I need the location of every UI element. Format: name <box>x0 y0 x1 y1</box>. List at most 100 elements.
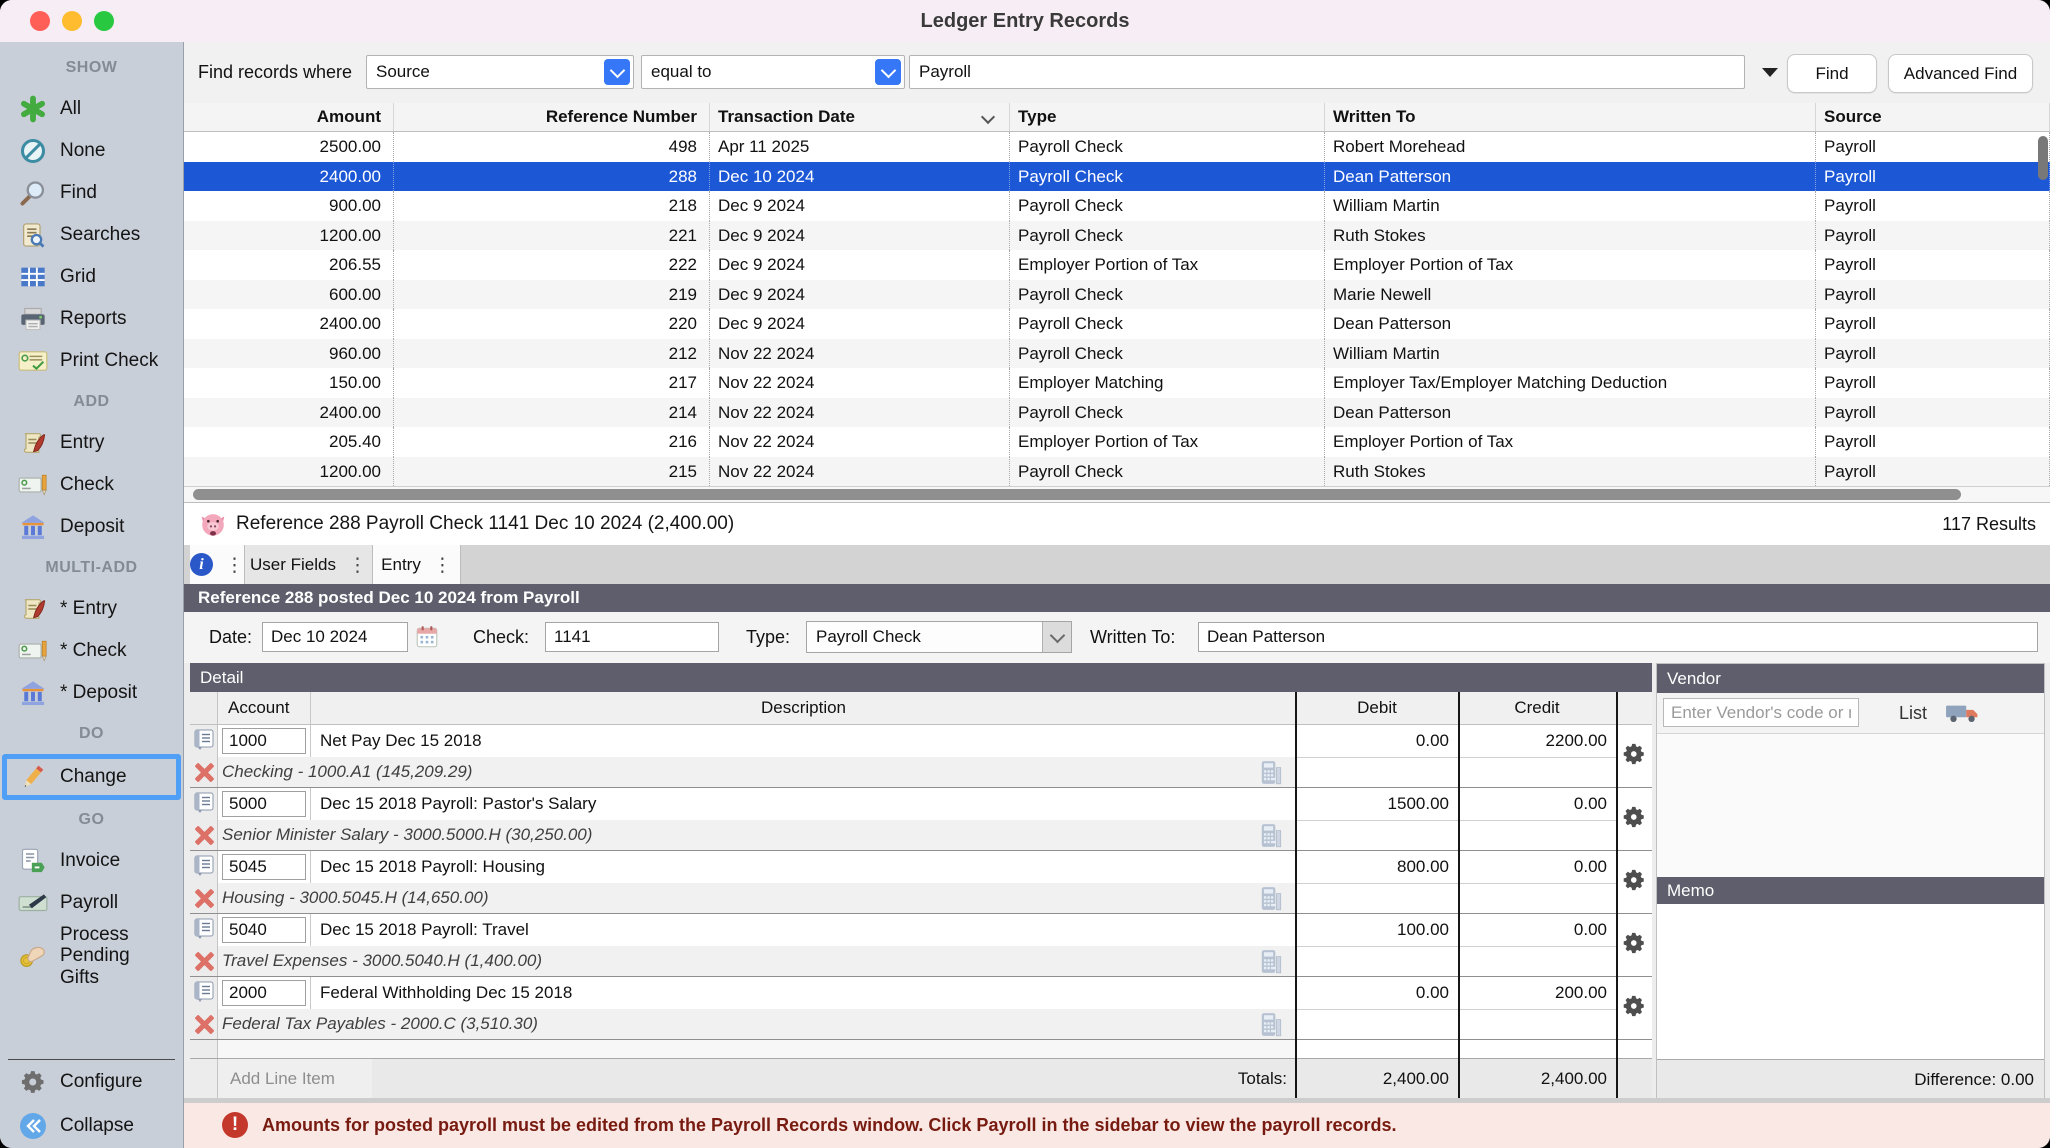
sidebar-item-print-check[interactable]: Print Check <box>0 340 183 382</box>
sidebar-item-collapse[interactable]: Collapse <box>0 1104 183 1148</box>
line-description[interactable]: Federal Withholding Dec 15 2018 <box>310 977 1296 1009</box>
line-description[interactable]: Dec 15 2018 Payroll: Travel <box>310 914 1296 946</box>
sidebar-item-entry[interactable]: Entry <box>0 422 183 464</box>
column-header-amount[interactable]: Amount <box>184 103 394 131</box>
date-input[interactable] <box>262 622 408 652</box>
calculator-icon[interactable] <box>1260 949 1282 976</box>
add-line-item-button[interactable]: Add Line Item <box>218 1059 372 1099</box>
sidebar-item-check[interactable]: Check <box>0 464 183 506</box>
recent-searches-dropdown-icon[interactable] <box>1762 68 1778 77</box>
sidebar-item-multi-deposit[interactable]: * Deposit <box>0 672 183 714</box>
account-number-input[interactable] <box>222 854 306 880</box>
column-header-written-to[interactable]: Written To <box>1325 103 1816 131</box>
journal-icon[interactable] <box>193 854 215 881</box>
journal-icon[interactable] <box>193 980 215 1007</box>
sidebar-item-invoice[interactable]: Invoice <box>0 840 183 882</box>
calculator-icon[interactable] <box>1260 1012 1282 1039</box>
line-settings-gear-icon[interactable] <box>1621 993 1647 1024</box>
line-settings-gear-icon[interactable] <box>1621 930 1647 961</box>
find-value-input[interactable] <box>909 55 1745 89</box>
find-button[interactable]: Find <box>1787 54 1877 93</box>
result-row[interactable]: 900.00218Dec 9 2024Payroll CheckWilliam … <box>184 191 2050 221</box>
credit-amount[interactable]: 2200.00 <box>1458 725 1616 757</box>
find-field-select[interactable]: Source <box>366 55 634 89</box>
line-settings-gear-icon[interactable] <box>1621 804 1647 835</box>
line-settings-gear-icon[interactable] <box>1621 867 1647 898</box>
horizontal-scrollbar[interactable] <box>184 486 2050 503</box>
line-description[interactable]: Dec 15 2018 Payroll: Housing <box>310 851 1296 883</box>
result-row[interactable]: 1200.00221Dec 9 2024Payroll CheckRuth St… <box>184 221 2050 251</box>
delete-line-icon[interactable] <box>194 762 214 782</box>
delete-line-icon[interactable] <box>194 951 214 971</box>
memo-text-area[interactable] <box>1657 904 2044 1059</box>
sidebar-item-configure[interactable]: Configure <box>0 1060 183 1104</box>
line-description[interactable]: Net Pay Dec 15 2018 <box>310 725 1296 757</box>
horizontal-scrollbar-thumb[interactable] <box>193 489 1961 500</box>
debit-amount[interactable]: 1500.00 <box>1296 788 1458 820</box>
tab-entry[interactable]: Entry ⋮ <box>373 545 461 584</box>
line-settings-gear-icon[interactable] <box>1621 741 1647 772</box>
line-description[interactable]: Dec 15 2018 Payroll: Pastor's Salary <box>310 788 1296 820</box>
account-number-input[interactable] <box>222 791 306 817</box>
calculator-icon[interactable] <box>1260 760 1282 787</box>
account-number-input[interactable] <box>222 980 306 1006</box>
result-row[interactable]: 2400.00220Dec 9 2024Payroll CheckDean Pa… <box>184 309 2050 339</box>
result-row[interactable]: 600.00219Dec 9 2024Payroll CheckMarie Ne… <box>184 280 2050 310</box>
sidebar-item-all[interactable]: All <box>0 88 183 130</box>
account-number-input[interactable] <box>222 728 306 754</box>
calendar-icon[interactable] <box>414 624 440 655</box>
credit-amount[interactable]: 200.00 <box>1458 977 1616 1009</box>
check-number-input[interactable] <box>545 622 719 652</box>
journal-icon[interactable] <box>193 917 215 944</box>
tab-menu-handle[interactable]: ⋮ <box>348 554 367 576</box>
column-header-type[interactable]: Type <box>1010 103 1325 131</box>
sidebar-item-reports[interactable]: Reports <box>0 298 183 340</box>
credit-amount[interactable]: 0.00 <box>1458 914 1616 946</box>
sidebar-item-process-pending-gifts[interactable]: Process Pending Gifts <box>0 924 183 988</box>
sidebar-item-none[interactable]: None <box>0 130 183 172</box>
journal-icon[interactable] <box>193 728 215 755</box>
calculator-icon[interactable] <box>1260 823 1282 850</box>
account-number-input[interactable] <box>222 917 306 943</box>
result-row[interactable]: 2400.00288Dec 10 2024Payroll CheckDean P… <box>184 162 2050 192</box>
delete-line-icon[interactable] <box>194 825 214 845</box>
debit-amount[interactable]: 100.00 <box>1296 914 1458 946</box>
journal-icon[interactable] <box>193 791 215 818</box>
result-row[interactable]: 205.40216Nov 22 2024Employer Portion of … <box>184 427 2050 457</box>
tab-info[interactable]: i ⋮ <box>190 545 245 584</box>
sidebar-item-multi-entry[interactable]: * Entry <box>0 588 183 630</box>
debit-amount[interactable]: 0.00 <box>1296 725 1458 757</box>
result-row[interactable]: 960.00212Nov 22 2024Payroll CheckWilliam… <box>184 339 2050 369</box>
sidebar-item-change[interactable]: Change <box>2 754 181 800</box>
sidebar-item-find[interactable]: Find <box>0 172 183 214</box>
result-row[interactable]: 206.55222Dec 9 2024Employer Portion of T… <box>184 250 2050 280</box>
sidebar-item-multi-check[interactable]: * Check <box>0 630 183 672</box>
column-header-reference-number[interactable]: Reference Number <box>394 103 710 131</box>
column-header-source[interactable]: Source <box>1816 103 2050 131</box>
sidebar-item-deposit[interactable]: Deposit <box>0 506 183 548</box>
result-row[interactable]: 1200.00215Nov 22 2024Payroll CheckRuth S… <box>184 457 2050 487</box>
type-select[interactable]: Payroll Check <box>806 621 1072 653</box>
written-to-input[interactable] <box>1198 622 2038 652</box>
vendor-list-button[interactable]: List <box>1899 693 1927 733</box>
advanced-find-button[interactable]: Advanced Find <box>1888 54 2033 93</box>
vertical-scrollbar-thumb[interactable] <box>2038 136 2048 180</box>
sidebar-item-payroll[interactable]: Payroll <box>0 882 183 924</box>
vendor-search-input[interactable] <box>1663 698 1859 727</box>
credit-amount[interactable]: 0.00 <box>1458 788 1616 820</box>
sidebar-item-grid[interactable]: Grid <box>0 256 183 298</box>
find-operator-select[interactable]: equal to <box>641 55 905 89</box>
result-row[interactable]: 2400.00214Nov 22 2024Payroll CheckDean P… <box>184 398 2050 428</box>
result-row[interactable]: 150.00217Nov 22 2024Employer MatchingEmp… <box>184 368 2050 398</box>
tab-menu-handle[interactable]: ⋮ <box>433 554 452 576</box>
result-row[interactable]: 2500.00498Apr 11 2025Payroll CheckRobert… <box>184 132 2050 162</box>
delete-line-icon[interactable] <box>194 888 214 908</box>
debit-amount[interactable]: 800.00 <box>1296 851 1458 883</box>
column-header-transaction-date[interactable]: Transaction Date <box>710 103 1010 131</box>
sidebar-item-searches[interactable]: Searches <box>0 214 183 256</box>
truck-icon[interactable] <box>1945 701 1979 730</box>
tab-menu-handle[interactable]: ⋮ <box>225 554 244 576</box>
delete-line-icon[interactable] <box>194 1014 214 1034</box>
credit-amount[interactable]: 0.00 <box>1458 851 1616 883</box>
calculator-icon[interactable] <box>1260 886 1282 913</box>
